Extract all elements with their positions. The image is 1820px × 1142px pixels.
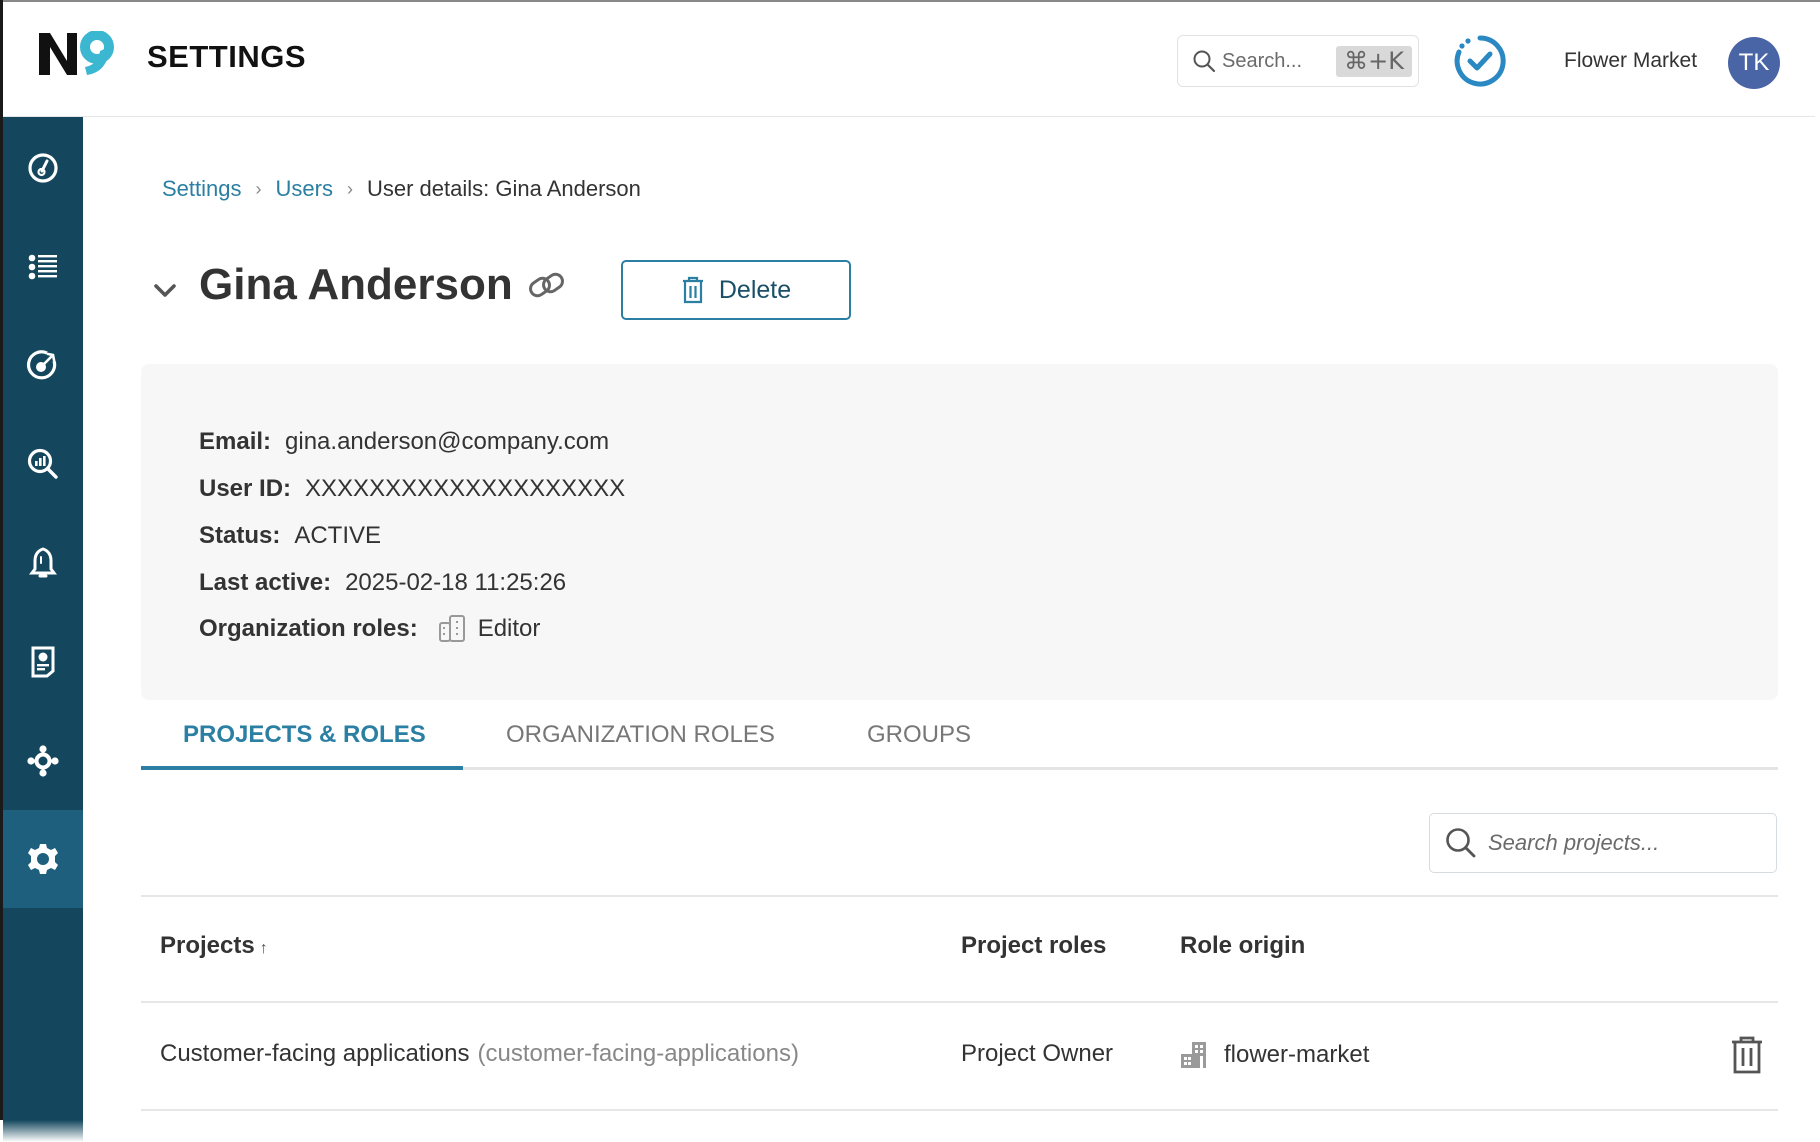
building-icon (1181, 1042, 1206, 1068)
bell-icon (29, 547, 57, 578)
user-details-panel: Email: gina.anderson@company.com User ID… (141, 364, 1778, 700)
last-active-row: Last active: 2025-02-18 11:25:26 (199, 569, 566, 597)
delete-button-label: Delete (718, 275, 792, 304)
project-cell: Customer-facing applications (customer-f… (160, 1040, 799, 1068)
table-top-divider (141, 895, 1778, 897)
report-icon (31, 646, 55, 678)
user-avatar[interactable]: TK (1728, 37, 1780, 89)
active-tab-indicator (141, 766, 463, 770)
sidebar-item-alerts[interactable] (3, 514, 83, 612)
keyboard-shortcut-badge: ⌘+K (1336, 46, 1412, 77)
status-label: Status: (199, 522, 281, 549)
organization-roles-label: Organization roles: (199, 615, 418, 642)
trash-icon[interactable] (1730, 1036, 1764, 1074)
row-divider (141, 1109, 1778, 1111)
user-id-row: User ID: XXXXXXXXXXXXXXXXXXXX (199, 475, 625, 503)
app-title: SETTINGS (147, 39, 307, 74)
project-name[interactable]: Customer-facing applications (160, 1040, 469, 1068)
role-origin-cell: flower-market (1180, 1040, 1369, 1070)
organization-name[interactable]: Flower Market (1564, 49, 1697, 73)
last-active-value: 2025-02-18 11:25:26 (345, 569, 567, 596)
breadcrumb-users-link[interactable]: Users (276, 176, 333, 202)
integrations-icon (27, 745, 59, 777)
project-role-cell: Project Owner (961, 1040, 1114, 1067)
search-label: Search... (1222, 49, 1303, 72)
tab-organization-roles[interactable]: ORGANIZATION ROLES (506, 700, 775, 770)
tab-groups[interactable]: GROUPS (867, 700, 971, 770)
search-icon (1193, 50, 1216, 73)
user-tabs: PROJECTS & ROLES ORGANIZATION ROLES GROU… (141, 700, 1778, 770)
project-search-field[interactable] (1429, 813, 1777, 873)
status-row: Status: ACTIVE (199, 522, 381, 550)
dashboard-gauge-icon (28, 153, 58, 183)
role-origin-value: flower-market (1224, 1041, 1370, 1068)
column-header-projects-label: Projects (160, 932, 255, 959)
search-icon (1446, 828, 1476, 858)
project-slug: (customer-facing-applications) (477, 1040, 799, 1067)
delete-user-button[interactable]: Delete (621, 260, 851, 320)
trash-icon (682, 276, 703, 304)
sidebar-item-reports[interactable] (3, 613, 83, 711)
email-label: Email: (199, 428, 272, 455)
last-active-label: Last active: (199, 569, 332, 596)
sidebar-item-settings[interactable] (3, 810, 83, 908)
sidebar-item-analytics[interactable] (3, 415, 83, 513)
sidebar-item-list[interactable] (3, 218, 83, 316)
tab-projects-roles[interactable]: PROJECTS & ROLES (183, 700, 426, 770)
column-header-projects[interactable]: Projects ↑ (160, 932, 268, 960)
breadcrumb-current: User details: Gina Anderson (366, 176, 641, 201)
sidebar-item-dashboard[interactable] (3, 119, 83, 217)
breadcrumb-settings-link[interactable]: Settings (162, 176, 242, 202)
list-icon (28, 254, 57, 280)
email-row: Email: gina.anderson@company.com (199, 428, 609, 456)
breadcrumb: Settings › Users › User details: Gina An… (162, 176, 641, 202)
sidebar-item-integrations[interactable] (3, 712, 83, 810)
gear-icon (28, 844, 58, 874)
column-header-role-origin: Role origin (1180, 932, 1306, 959)
global-search-button[interactable]: Search... ⌘+K (1177, 35, 1419, 87)
sort-ascending-icon: ↑ (259, 940, 268, 957)
chevron-down-icon[interactable] (152, 278, 178, 304)
top-header: SETTINGS Search... ⌘+K Flower Market TK (3, 2, 1815, 117)
sidebar-item-targets[interactable] (3, 316, 83, 414)
target-icon (26, 350, 57, 380)
organization-roles-value: Editor (477, 615, 541, 642)
status-value: ACTIVE (294, 522, 382, 549)
page-title: Gina Anderson (199, 260, 513, 309)
header-divider (141, 1001, 1778, 1003)
breadcrumb-separator: › (346, 178, 353, 199)
organization-roles-row: Organization roles: Editor (199, 614, 540, 644)
sidebar-nav (3, 117, 83, 1142)
task-status-check-icon[interactable] (1453, 34, 1507, 88)
analytics-search-icon (27, 448, 58, 479)
user-id-label: User ID: (199, 475, 292, 502)
column-header-project-roles: Project roles (961, 932, 1107, 959)
copy-link-icon[interactable] (527, 268, 567, 304)
n9-logo[interactable] (39, 31, 121, 77)
email-value: gina.anderson@company.com (285, 428, 610, 455)
breadcrumb-separator: › (255, 178, 262, 199)
project-search-input[interactable] (1488, 830, 1768, 856)
user-id-value: XXXXXXXXXXXXXXXXXXXX (305, 475, 626, 502)
building-icon (438, 615, 465, 642)
